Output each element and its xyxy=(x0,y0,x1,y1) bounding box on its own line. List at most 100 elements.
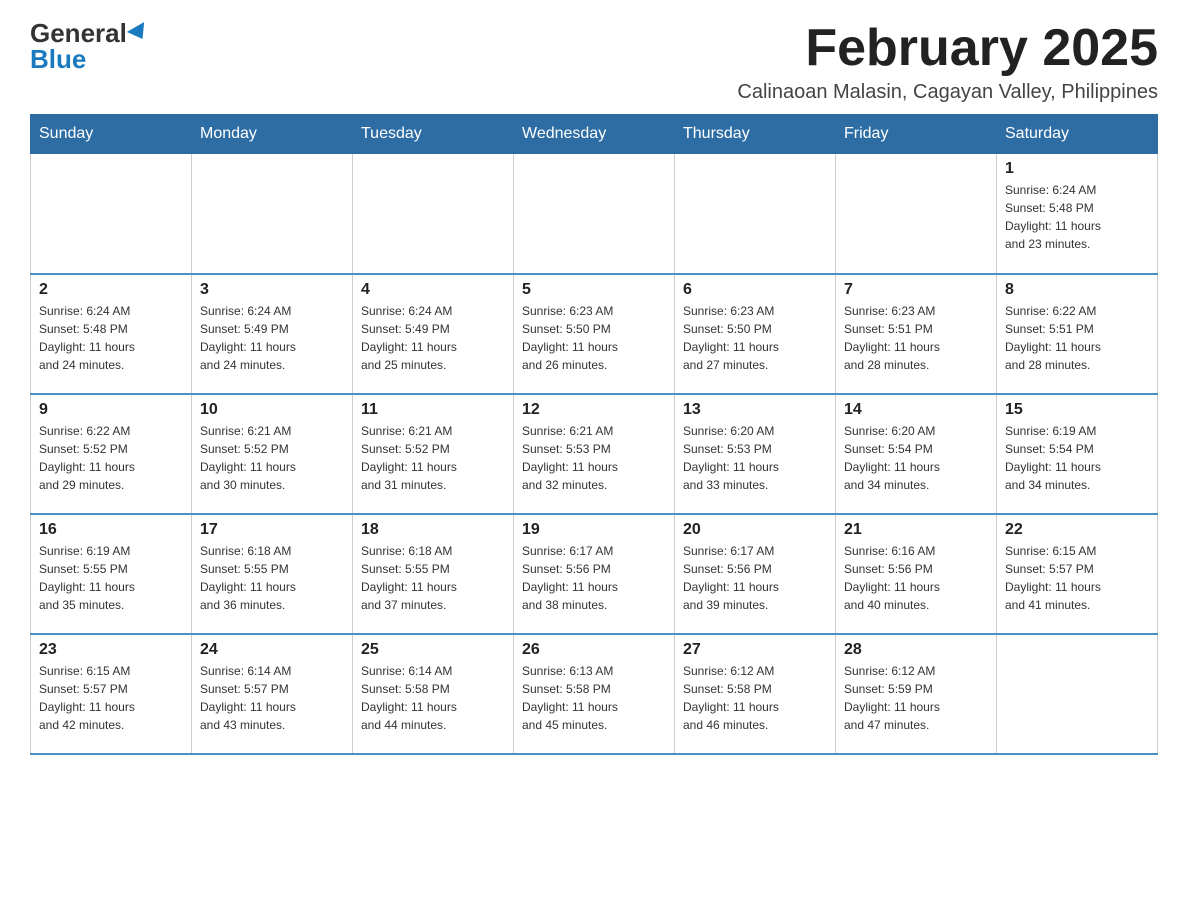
calendar-cell: 19 Sunrise: 6:17 AM Sunset: 5:56 PM Dayli… xyxy=(514,514,675,634)
day-info: Sunrise: 6:21 AM Sunset: 5:52 PM Dayligh… xyxy=(200,422,344,494)
day-number: 27 xyxy=(683,641,827,659)
calendar-cell: 11 Sunrise: 6:21 AM Sunset: 5:52 PM Dayli… xyxy=(353,394,514,514)
calendar-cell: 27Sunrise: 6:12 AM Sunset: 5:58 PM Dayli… xyxy=(675,634,836,754)
day-info: Sunrise: 6:22 AM Sunset: 5:52 PM Dayligh… xyxy=(39,422,183,494)
day-info: Sunrise: 6:17 AM Sunset: 5:56 PM Dayligh… xyxy=(522,542,666,614)
title-area: February 2025 Calinaoan Malasin, Cagayan… xyxy=(737,20,1158,104)
day-info: Sunrise: 6:12 AM Sunset: 5:59 PM Dayligh… xyxy=(844,662,988,734)
logo-general-text: General xyxy=(30,20,127,46)
weekday-header-sunday: Sunday xyxy=(31,115,192,154)
day-info: Sunrise: 6:13 AM Sunset: 5:58 PM Dayligh… xyxy=(522,662,666,734)
calendar-week-5: 23 Sunrise: 6:15 AM Sunset: 5:57 PM Dayli… xyxy=(31,634,1158,754)
day-number: 24 xyxy=(200,641,344,659)
day-info: Sunrise: 6:20 AM Sunset: 5:53 PM Dayligh… xyxy=(683,422,827,494)
calendar-cell xyxy=(192,154,353,274)
calendar-cell: 25 Sunrise: 6:14 AM Sunset: 5:58 PM Dayli… xyxy=(353,634,514,754)
logo-blue-text: Blue xyxy=(30,46,86,72)
day-number: 28 xyxy=(844,641,988,659)
day-info: Sunrise: 6:21 AM Sunset: 5:53 PM Dayligh… xyxy=(522,422,666,494)
day-number: 21 xyxy=(844,521,988,539)
day-number: 18 xyxy=(361,521,505,539)
day-number: 5 xyxy=(522,281,666,299)
calendar-week-2: 2 Sunrise: 6:24 AM Sunset: 5:48 PM Daylig… xyxy=(31,274,1158,394)
day-number: 14 xyxy=(844,401,988,419)
day-number: 19 xyxy=(522,521,666,539)
day-info: Sunrise: 6:19 AM Sunset: 5:54 PM Dayligh… xyxy=(1005,422,1149,494)
day-number: 2 xyxy=(39,281,183,299)
weekday-header-saturday: Saturday xyxy=(997,115,1158,154)
day-number: 4 xyxy=(361,281,505,299)
weekday-header-friday: Friday xyxy=(836,115,997,154)
day-number: 3 xyxy=(200,281,344,299)
calendar-cell xyxy=(31,154,192,274)
day-number: 8 xyxy=(1005,281,1149,299)
day-info: Sunrise: 6:15 AM Sunset: 5:57 PM Dayligh… xyxy=(39,662,183,734)
logo-triangle-icon xyxy=(127,22,151,44)
day-info: Sunrise: 6:19 AM Sunset: 5:55 PM Dayligh… xyxy=(39,542,183,614)
day-info: Sunrise: 6:17 AM Sunset: 5:56 PM Dayligh… xyxy=(683,542,827,614)
calendar-cell: 20 Sunrise: 6:17 AM Sunset: 5:56 PM Dayli… xyxy=(675,514,836,634)
calendar-table: SundayMondayTuesdayWednesdayThursdayFrid… xyxy=(30,114,1158,755)
calendar-cell: 9 Sunrise: 6:22 AM Sunset: 5:52 PM Daylig… xyxy=(31,394,192,514)
calendar-week-4: 16 Sunrise: 6:19 AM Sunset: 5:55 PM Dayli… xyxy=(31,514,1158,634)
day-info: Sunrise: 6:23 AM Sunset: 5:50 PM Dayligh… xyxy=(522,302,666,374)
calendar-cell: 21 Sunrise: 6:16 AM Sunset: 5:56 PM Dayli… xyxy=(836,514,997,634)
calendar-cell xyxy=(997,634,1158,754)
calendar-cell xyxy=(514,154,675,274)
day-info: Sunrise: 6:15 AM Sunset: 5:57 PM Dayligh… xyxy=(1005,542,1149,614)
calendar-cell: 14 Sunrise: 6:20 AM Sunset: 5:54 PM Dayli… xyxy=(836,394,997,514)
calendar-cell xyxy=(836,154,997,274)
day-number: 10 xyxy=(200,401,344,419)
calendar-cell: 7 Sunrise: 6:23 AM Sunset: 5:51 PM Daylig… xyxy=(836,274,997,394)
day-number: 6 xyxy=(683,281,827,299)
day-info: Sunrise: 6:14 AM Sunset: 5:57 PM Dayligh… xyxy=(200,662,344,734)
calendar-week-1: 1 Sunrise: 6:24 AM Sunset: 5:48 PM Daylig… xyxy=(31,154,1158,274)
weekday-header-tuesday: Tuesday xyxy=(353,115,514,154)
calendar-cell: 6 Sunrise: 6:23 AM Sunset: 5:50 PM Daylig… xyxy=(675,274,836,394)
calendar-cell: 18 Sunrise: 6:18 AM Sunset: 5:55 PM Dayli… xyxy=(353,514,514,634)
page-header: General Blue February 2025 Calinaoan Mal… xyxy=(30,20,1158,104)
day-info: Sunrise: 6:24 AM Sunset: 5:49 PM Dayligh… xyxy=(361,302,505,374)
calendar-cell: 17 Sunrise: 6:18 AM Sunset: 5:55 PM Dayli… xyxy=(192,514,353,634)
day-info: Sunrise: 6:24 AM Sunset: 5:48 PM Dayligh… xyxy=(39,302,183,374)
calendar-cell: 22 Sunrise: 6:15 AM Sunset: 5:57 PM Dayli… xyxy=(997,514,1158,634)
weekday-header-monday: Monday xyxy=(192,115,353,154)
calendar-cell: 23 Sunrise: 6:15 AM Sunset: 5:57 PM Dayli… xyxy=(31,634,192,754)
day-info: Sunrise: 6:24 AM Sunset: 5:48 PM Dayligh… xyxy=(1005,181,1149,253)
calendar-cell: 15 Sunrise: 6:19 AM Sunset: 5:54 PM Dayli… xyxy=(997,394,1158,514)
day-info: Sunrise: 6:20 AM Sunset: 5:54 PM Dayligh… xyxy=(844,422,988,494)
day-number: 20 xyxy=(683,521,827,539)
calendar-cell: 28 Sunrise: 6:12 AM Sunset: 5:59 PM Dayli… xyxy=(836,634,997,754)
location-subtitle: Calinaoan Malasin, Cagayan Valley, Phili… xyxy=(737,81,1158,104)
day-info: Sunrise: 6:18 AM Sunset: 5:55 PM Dayligh… xyxy=(361,542,505,614)
calendar-cell xyxy=(675,154,836,274)
day-number: 17 xyxy=(200,521,344,539)
day-info: Sunrise: 6:23 AM Sunset: 5:51 PM Dayligh… xyxy=(844,302,988,374)
day-number: 9 xyxy=(39,401,183,419)
day-number: 1 xyxy=(1005,160,1149,178)
weekday-header-thursday: Thursday xyxy=(675,115,836,154)
day-info: Sunrise: 6:23 AM Sunset: 5:50 PM Dayligh… xyxy=(683,302,827,374)
month-title: February 2025 xyxy=(737,20,1158,77)
day-number: 25 xyxy=(361,641,505,659)
calendar-cell: 16 Sunrise: 6:19 AM Sunset: 5:55 PM Dayli… xyxy=(31,514,192,634)
day-number: 11 xyxy=(361,401,505,419)
day-info: Sunrise: 6:18 AM Sunset: 5:55 PM Dayligh… xyxy=(200,542,344,614)
calendar-cell: 2 Sunrise: 6:24 AM Sunset: 5:48 PM Daylig… xyxy=(31,274,192,394)
day-number: 23 xyxy=(39,641,183,659)
day-number: 16 xyxy=(39,521,183,539)
calendar-cell: 5 Sunrise: 6:23 AM Sunset: 5:50 PM Daylig… xyxy=(514,274,675,394)
day-number: 15 xyxy=(1005,401,1149,419)
day-info: Sunrise: 6:16 AM Sunset: 5:56 PM Dayligh… xyxy=(844,542,988,614)
day-number: 7 xyxy=(844,281,988,299)
calendar-cell: 13Sunrise: 6:20 AM Sunset: 5:53 PM Dayli… xyxy=(675,394,836,514)
weekday-header-row: SundayMondayTuesdayWednesdayThursdayFrid… xyxy=(31,115,1158,154)
day-info: Sunrise: 6:21 AM Sunset: 5:52 PM Dayligh… xyxy=(361,422,505,494)
calendar-cell: 8Sunrise: 6:22 AM Sunset: 5:51 PM Daylig… xyxy=(997,274,1158,394)
day-info: Sunrise: 6:14 AM Sunset: 5:58 PM Dayligh… xyxy=(361,662,505,734)
day-number: 22 xyxy=(1005,521,1149,539)
calendar-cell: 26Sunrise: 6:13 AM Sunset: 5:58 PM Dayli… xyxy=(514,634,675,754)
calendar-cell: 12Sunrise: 6:21 AM Sunset: 5:53 PM Dayli… xyxy=(514,394,675,514)
calendar-cell xyxy=(353,154,514,274)
calendar-cell: 3Sunrise: 6:24 AM Sunset: 5:49 PM Daylig… xyxy=(192,274,353,394)
